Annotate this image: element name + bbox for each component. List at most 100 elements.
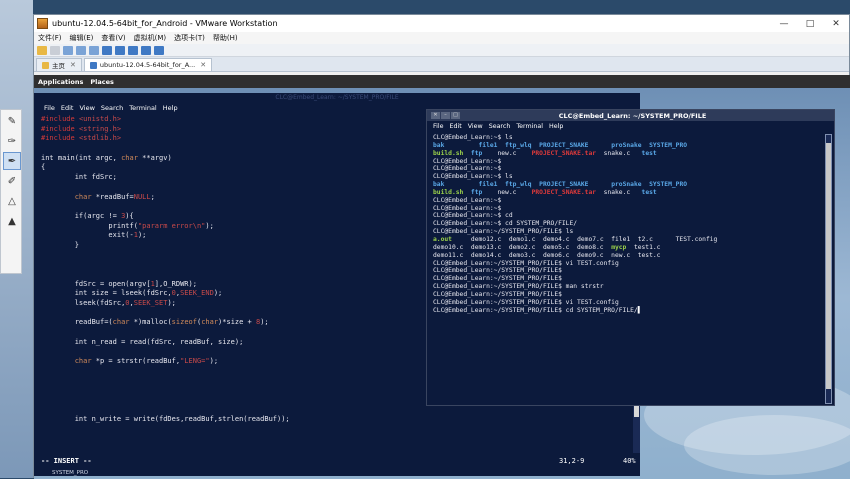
terminal-token: proSnake [611,141,650,149]
thumbnail-icon[interactable] [115,45,125,55]
terminal-token: bak [433,181,479,189]
code-token: "LENG=" [180,357,210,366]
terminal-line: CLC@Embed_Learn:~/SYSTEM_PRO/FILE$ ls [433,228,820,236]
terminal-token: test1.c [633,243,661,251]
taskbar-label[interactable]: SYSTEM_PRO [52,470,88,476]
snapshot-manager-icon[interactable] [89,45,99,55]
menu-places[interactable]: Places [90,78,114,86]
terminal-close-button[interactable]: ✕ [431,112,440,119]
code-token: int main(int argc, [41,153,122,162]
code-token: **argv) [137,153,172,162]
unity-icon[interactable] [141,45,151,55]
tab-close-icon[interactable]: ✕ [200,61,206,69]
terminal-token: PROJECT_SNAKE.tar [531,149,604,157]
vim-mode: -- INSERT -- [41,457,92,465]
code-token: char [112,318,130,327]
code-token: *readBuf= [91,192,134,201]
terminal-token: build.sh [433,149,471,157]
terminal-scrollbar[interactable] [825,134,832,404]
code-token: char [121,153,138,162]
guest-screen[interactable]: Applications Places CLC@Embed_Learn: ~/S… [34,75,850,479]
minimize-button[interactable]: — [771,19,797,29]
menu-applications[interactable]: Applications [38,78,83,86]
shape-tool-icon[interactable]: ▲ [3,212,21,230]
terminal-menu-edit[interactable]: Edit [450,123,462,130]
terminal-menu-terminal[interactable]: Terminal [516,123,543,130]
marker-tool-icon[interactable]: ✒ [3,152,21,170]
editor-menu-help[interactable]: Help [163,104,178,112]
terminal-menu-search[interactable]: Search [489,123,511,130]
terminal-line: CLC@Embed_Learn:~$ ls [433,134,820,142]
terminal-window[interactable]: ✕ – □ CLC@Embed_Learn: ~/SYSTEM_PRO/FILE… [426,109,835,406]
ink-tool-icon[interactable]: ✐ [3,172,21,190]
menu-help[interactable]: 帮助(H) [213,33,238,43]
code-token: "pararm error\n" [137,221,206,230]
terminal-menu-file[interactable]: File [433,123,444,130]
maximize-button[interactable]: □ [797,19,823,29]
snapshot-icon[interactable] [63,45,73,55]
tab-ubuntu[interactable]: ubuntu-12.04.5-64bit_for_A... ✕ [83,58,213,71]
editor-menu-view[interactable]: View [79,104,94,112]
terminal-line: CLC@Embed_Learn:~/SYSTEM_PRO/FILE$ vi TE… [433,260,820,268]
code-token: *)malloc( [129,318,172,327]
terminal-output[interactable]: CLC@Embed_Learn:~$ ls bak file1 ftp_wlq P… [433,134,820,314]
code-token: #include [41,115,79,123]
terminal-maximize-button[interactable]: □ [451,112,460,119]
library-icon[interactable] [102,45,112,55]
terminal-token: CLC@Embed_Learn:~$ [433,165,502,173]
pen-tool-icon[interactable]: ✎ [3,112,21,130]
terminal-line: CLC@Embed_Learn:~$ cd [433,212,820,220]
revert-snapshot-icon[interactable] [76,45,86,55]
editor-menu-file[interactable]: File [44,104,55,112]
terminal-scroll-thumb[interactable] [826,143,831,389]
code-token: <unistd.h> [78,115,122,123]
terminal-line: CLC@Embed_Learn:~$ ls [433,173,820,181]
terminal-token: ftp [470,149,498,157]
terminal-token: a.out [433,235,471,243]
code-token: char [74,357,92,366]
editor-menu-terminal[interactable]: Terminal [129,104,156,112]
terminal-token: PROJECT_SNAKE [539,141,612,149]
menu-tabs[interactable]: 选项卡(T) [174,33,205,43]
terminal-token: CLC@Embed_Learn:~$ ls [433,173,513,181]
terminal-token: CLC@Embed_Learn:~/SYSTEM_PRO/FILE$ vi TE… [433,259,619,267]
menu-file[interactable]: 文件(F) [38,33,62,43]
editor-menu-search[interactable]: Search [101,104,123,112]
terminal-token: file1 [478,141,506,149]
terminal-token: CLC@Embed_Learn:~$ [433,157,502,165]
menu-edit[interactable]: 编辑(E) [70,33,94,43]
fullscreen-icon[interactable] [128,45,138,55]
terminal-menu-help[interactable]: Help [549,123,563,130]
send-keys-icon[interactable] [50,45,60,55]
code-token: { [41,163,46,172]
terminal-minimize-button[interactable]: – [441,112,450,119]
terminal-line: build.sh ftp new.c PROJECT_SNAKE.tar sna… [433,189,820,197]
menu-vm[interactable]: 虚拟机(M) [134,33,167,43]
terminal-token: PROJECT_SNAKE.tar [531,188,604,196]
terminal-window-buttons: ✕ – □ [431,112,461,119]
menu-view[interactable]: 查看(V) [101,33,125,43]
terminal-token: demo12.c demo1.c demo4.c demo7.c file1 t… [470,235,718,243]
terminal-line: demo11.c demo14.c demo3.c demo6.c demo9.… [433,252,820,260]
terminal-token: CLC@Embed_Learn:~/SYSTEM_PRO/FILE$ cd SY… [433,306,638,314]
terminal-menu-view[interactable]: View [468,123,483,130]
code-token: fdSrc = open(argv[ [41,279,151,288]
console-view-icon[interactable] [154,45,164,55]
tab-home[interactable]: 主页 ✕ [36,58,82,71]
terminal-titlebar: ✕ – □ CLC@Embed_Learn: ~/SYSTEM_PRO/FILE [427,110,834,121]
terminal-token: new.c [497,188,532,196]
terminal-token: CLC@Embed_Learn:~$ ls [433,134,513,141]
close-button[interactable]: ✕ [823,19,849,29]
triangle-tool-icon[interactable]: △ [3,192,21,210]
brush-tool-icon[interactable]: ✑ [3,132,21,150]
terminal-line: demo10.c demo13.c demo2.c demo5.c demo8.… [433,244,820,252]
tab-close-icon[interactable]: ✕ [70,61,76,69]
host-tool-strip: ✎ ✑ ✒ ✐ △ ▲ [0,109,22,274]
power-icon[interactable] [37,45,47,55]
editor-menu-edit[interactable]: Edit [61,104,74,112]
terminal-token: test [641,149,657,157]
terminal-menubar: File Edit View Search Terminal Help [427,121,834,132]
code-token: ); [167,299,176,308]
terminal-token: snake.c [603,188,642,196]
